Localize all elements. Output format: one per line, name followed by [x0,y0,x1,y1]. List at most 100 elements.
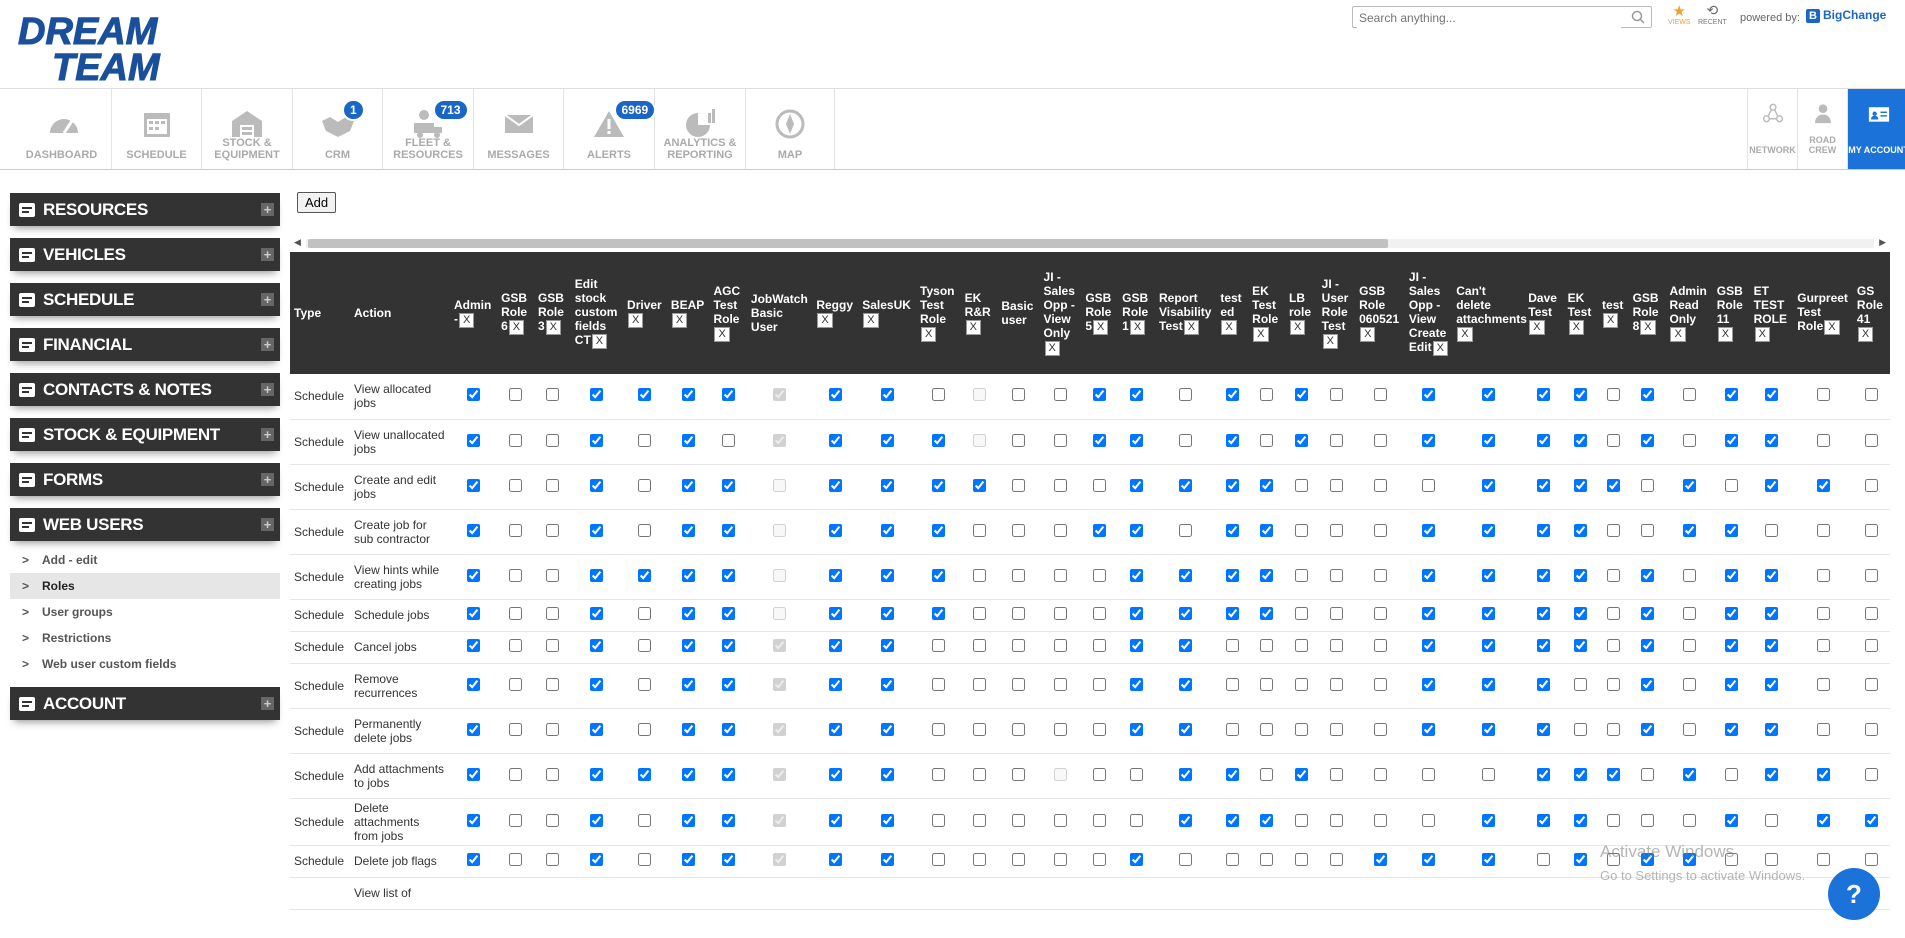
permission-checkbox[interactable] [931,853,945,866]
permission-checkbox[interactable] [1373,813,1387,827]
permission-checkbox[interactable] [1329,677,1343,691]
search-input[interactable] [1357,8,1621,28]
sidebar-item-restrictions[interactable]: > Restrictions [10,625,280,651]
permission-checkbox[interactable] [1225,607,1239,620]
remove-role-button[interactable]: X [1640,320,1656,335]
permission-checkbox[interactable] [681,722,695,736]
permission-checkbox[interactable] [681,813,695,827]
permission-checkbox[interactable] [1225,677,1239,691]
remove-role-button[interactable]: X [1093,320,1109,335]
permission-checkbox[interactable] [1179,767,1193,781]
remove-role-button[interactable]: X [863,313,879,328]
permission-checkbox[interactable] [1816,523,1830,537]
permission-checkbox[interactable] [1011,639,1025,652]
permission-checkbox[interactable] [721,853,735,866]
permission-checkbox[interactable] [1260,607,1274,620]
permission-checkbox[interactable] [828,523,842,537]
permission-checkbox[interactable] [972,478,986,492]
permission-checkbox[interactable] [1682,767,1696,781]
permission-checkbox[interactable] [972,813,986,827]
permission-checkbox[interactable] [1422,813,1436,827]
permission-checkbox[interactable] [828,607,842,620]
permission-checkbox[interactable] [1260,677,1274,691]
sidebar-section-resources[interactable]: RESOURCES + [10,193,280,226]
permission-checkbox[interactable] [1179,853,1193,866]
permission-checkbox[interactable] [1764,813,1778,827]
permission-checkbox[interactable] [1093,523,1107,537]
remove-role-button[interactable]: X [817,313,833,328]
permission-checkbox[interactable] [1179,478,1193,492]
permission-checkbox[interactable] [1864,607,1878,620]
permission-checkbox[interactable] [721,388,735,402]
sidebar-item-web-user-custom-fields[interactable]: > Web user custom fields [10,651,280,677]
permission-checkbox[interactable] [1053,853,1067,866]
permission-checkbox[interactable] [1640,433,1654,447]
permission-checkbox[interactable] [467,607,481,620]
nav-item-my-account[interactable]: MY ACCOUNT [1847,89,1905,169]
permission-checkbox[interactable] [509,433,523,447]
permission-checkbox[interactable] [1682,523,1696,537]
permission-checkbox[interactable] [509,568,523,582]
sidebar-section-financial[interactable]: FINANCIAL + [10,328,280,361]
permission-checkbox[interactable] [1294,677,1308,691]
permission-checkbox[interactable] [1606,677,1620,691]
permission-checkbox[interactable] [1329,853,1343,866]
permission-checkbox[interactable] [1179,813,1193,827]
permission-checkbox[interactable] [1329,813,1343,827]
permission-checkbox[interactable] [1225,853,1239,866]
permission-checkbox[interactable] [931,722,945,736]
permission-checkbox[interactable] [1606,813,1620,827]
remove-role-button[interactable]: X [1529,320,1545,335]
permission-checkbox[interactable] [880,677,894,691]
permission-checkbox[interactable] [1574,813,1588,827]
expand-icon[interactable]: + [261,383,274,396]
add-role-button[interactable]: Add [297,192,337,213]
permission-checkbox[interactable] [1640,677,1654,691]
remove-role-button[interactable]: X [545,320,561,335]
permission-checkbox[interactable] [1225,813,1239,827]
permission-checkbox[interactable] [590,813,604,827]
permission-checkbox[interactable] [1093,433,1107,447]
dreamteam-logo[interactable]: DREAM TEAM [12,8,248,84]
permission-checkbox[interactable] [1481,607,1495,620]
permission-checkbox[interactable] [1329,433,1343,447]
permission-checkbox[interactable] [721,677,735,691]
permission-checkbox[interactable] [1130,639,1144,652]
permission-checkbox[interactable] [1373,478,1387,492]
permission-checkbox[interactable] [1225,639,1239,652]
permission-checkbox[interactable] [972,523,986,537]
views-button[interactable]: ★ VIEWS [1668,4,1691,27]
nav-item-crm[interactable]: CRM 1 [293,89,383,169]
permission-checkbox[interactable] [545,388,559,402]
permission-checkbox[interactable] [545,813,559,827]
permission-checkbox[interactable] [1764,677,1778,691]
permission-checkbox[interactable] [972,767,986,781]
remove-role-button[interactable]: X [1568,320,1584,335]
permission-checkbox[interactable] [1682,388,1696,402]
permission-checkbox[interactable] [681,568,695,582]
permission-checkbox[interactable] [1294,722,1308,736]
permission-checkbox[interactable] [1225,433,1239,447]
permission-checkbox[interactable] [545,722,559,736]
permission-checkbox[interactable] [1574,523,1588,537]
permission-checkbox[interactable] [545,568,559,582]
permission-checkbox[interactable] [1225,523,1239,537]
permission-checkbox[interactable] [880,767,894,781]
permission-checkbox[interactable] [1537,523,1551,537]
permission-checkbox[interactable] [1422,433,1436,447]
permission-checkbox[interactable] [1574,853,1588,866]
permission-checkbox[interactable] [1011,568,1025,582]
remove-role-button[interactable]: X [591,334,608,349]
permission-checkbox[interactable] [1816,677,1830,691]
permission-checkbox[interactable] [590,568,604,582]
permission-checkbox[interactable] [1294,767,1308,781]
permission-checkbox[interactable] [721,813,735,827]
permission-checkbox[interactable] [1606,523,1620,537]
permission-checkbox[interactable] [1640,722,1654,736]
permission-checkbox[interactable] [681,433,695,447]
permission-checkbox[interactable] [1422,607,1436,620]
permission-checkbox[interactable] [1225,722,1239,736]
permission-checkbox[interactable] [1260,478,1274,492]
permission-checkbox[interactable] [1294,388,1308,402]
permission-checkbox[interactable] [1260,722,1274,736]
